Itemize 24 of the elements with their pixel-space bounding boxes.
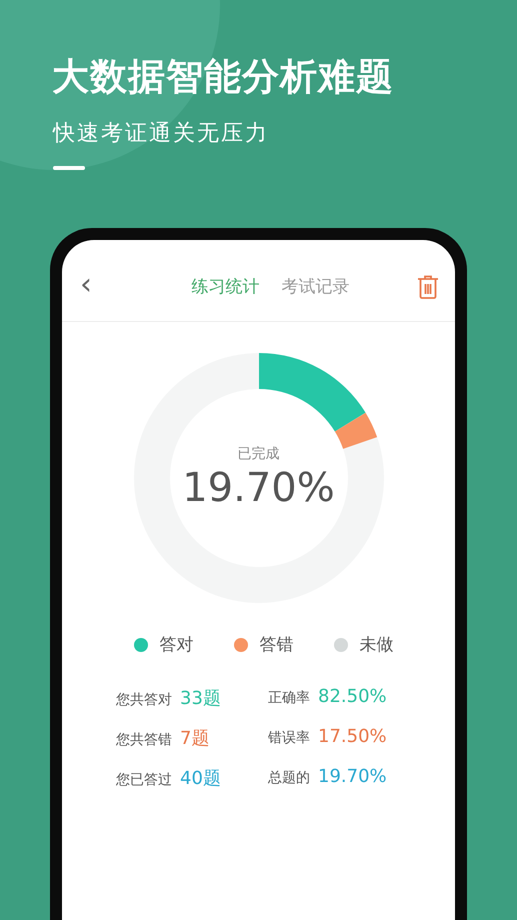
stat-value: 82.50% [318,686,387,707]
stat-label: 正确率 [268,689,310,707]
completed-caption: 已完成 [238,445,280,463]
stat-value: 33题 [180,687,221,710]
legend-label: 答错 [260,634,294,656]
legend-label: 未做 [360,634,394,656]
legend-label: 答对 [160,634,194,656]
stat-label: 您已答过 [116,771,172,789]
tab[interactable]: 考试记录 [282,275,350,298]
stat-value: 7题 [180,727,210,750]
back-button[interactable]: ‹ [80,270,92,304]
trash-icon[interactable] [417,274,439,298]
stat-value: 40题 [180,767,221,790]
stat-label: 错误率 [268,729,310,747]
stat-label: 总题的 [268,769,310,787]
stat-label: 您共答对 [116,691,172,709]
stat-label: 您共答错 [116,731,172,749]
stat-value: 19.70% [318,766,387,787]
completed-percentage: 19.70% [182,465,335,511]
tab[interactable]: 练习统计 [192,275,260,298]
subheadline: 快速考证通关无压力 [53,120,270,148]
headline: 大数据智能分析难题 [52,54,395,100]
stat-value: 17.50% [318,726,387,747]
dash-mark [53,166,85,170]
